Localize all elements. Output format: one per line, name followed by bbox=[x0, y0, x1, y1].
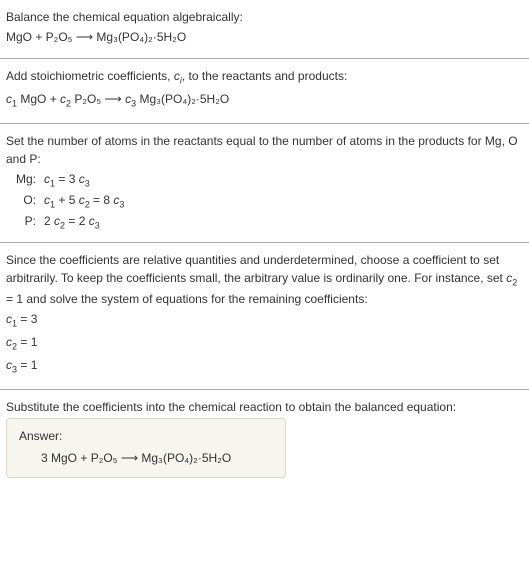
answer-intro: Substitute the coefficients into the che… bbox=[6, 398, 523, 416]
eq-mg: c1 = 3 c3 bbox=[40, 170, 128, 191]
section-answer: Substitute the coefficients into the che… bbox=[0, 390, 529, 488]
t: + 5 bbox=[55, 193, 79, 207]
eq-o: c1 + 5 c2 = 8 c3 bbox=[40, 191, 128, 212]
label-p: P: bbox=[6, 212, 40, 233]
label-o: O: bbox=[6, 191, 40, 212]
answer-equation: 3 MgO + P₂O₅ ⟶ Mg₃(PO₄)₂·5H₂O bbox=[19, 449, 273, 467]
answer-box: Answer: 3 MgO + P₂O₅ ⟶ Mg₃(PO₄)₂·5H₂O bbox=[6, 418, 286, 478]
text: P₂O₅ ⟶ bbox=[71, 92, 125, 106]
stoich-intro: Add stoichiometric coefficients, ci, to … bbox=[6, 67, 523, 88]
eq-c3: c3 = 1 bbox=[6, 356, 523, 377]
row-p: P: 2 c2 = 2 c3 bbox=[6, 212, 128, 233]
solve-intro: Since the coefficients are relative quan… bbox=[6, 251, 523, 308]
eq-c2: c2 = 1 bbox=[6, 333, 523, 354]
text: , to the reactants and products: bbox=[182, 69, 347, 83]
atom-balance-intro: Set the number of atoms in the reactants… bbox=[6, 132, 523, 168]
section-atom-balance: Set the number of atoms in the reactants… bbox=[0, 124, 529, 244]
eq-c1: c1 = 3 bbox=[6, 310, 523, 331]
sub: 3 bbox=[119, 199, 124, 209]
label-mg: Mg: bbox=[6, 170, 40, 191]
atom-balance-table: Mg: c1 = 3 c3 O: c1 + 5 c2 = 8 c3 P: 2 c… bbox=[6, 170, 128, 233]
section-solve: Since the coefficients are relative quan… bbox=[0, 243, 529, 390]
t: = 1 bbox=[17, 335, 37, 349]
t: = 8 bbox=[90, 193, 114, 207]
t: = 3 bbox=[55, 172, 79, 186]
problem-prompt: Balance the chemical equation algebraica… bbox=[6, 8, 523, 26]
text: MgO + bbox=[17, 92, 60, 106]
t: 2 bbox=[44, 214, 54, 228]
t: = 2 bbox=[65, 214, 89, 228]
document-root: Balance the chemical equation algebraica… bbox=[0, 0, 529, 488]
stoich-equation: c1 MgO + c2 P₂O₅ ⟶ c3 Mg₃(PO₄)₂·5H₂O bbox=[6, 90, 523, 111]
answer-label: Answer: bbox=[19, 427, 273, 445]
row-o: O: c1 + 5 c2 = 8 c3 bbox=[6, 191, 128, 212]
row-mg: Mg: c1 = 3 c3 bbox=[6, 170, 128, 191]
section-problem: Balance the chemical equation algebraica… bbox=[0, 0, 529, 59]
t: = 1 and solve the system of equations fo… bbox=[6, 292, 368, 306]
sub: 2 bbox=[512, 278, 517, 288]
section-stoichiometric: Add stoichiometric coefficients, ci, to … bbox=[0, 59, 529, 124]
text: Add stoichiometric coefficients, bbox=[6, 69, 174, 83]
sub: 3 bbox=[85, 178, 90, 188]
text: Mg₃(PO₄)₂·5H₂O bbox=[136, 92, 229, 106]
eq-p: 2 c2 = 2 c3 bbox=[40, 212, 128, 233]
t: = 1 bbox=[17, 358, 37, 372]
sub: 3 bbox=[95, 220, 100, 230]
t: = 3 bbox=[17, 312, 37, 326]
problem-equation: MgO + P₂O₅ ⟶ Mg₃(PO₄)₂·5H₂O bbox=[6, 28, 523, 46]
t: Since the coefficients are relative quan… bbox=[6, 253, 506, 285]
